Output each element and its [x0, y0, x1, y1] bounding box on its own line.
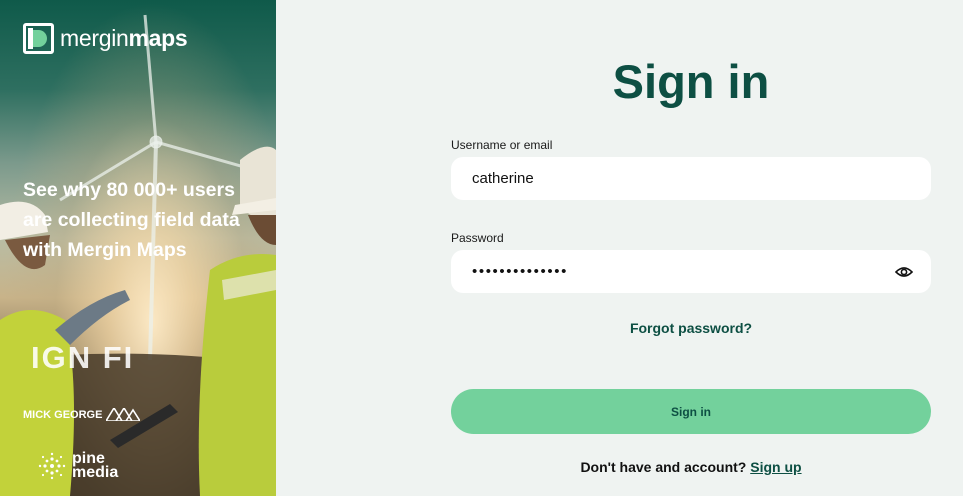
page-title: Sign in	[612, 55, 770, 108]
logo-wordmark: merginmaps	[60, 25, 188, 51]
signup-prompt: Don't have and account? Sign up	[451, 459, 931, 475]
hero-panel: merginmaps See why 80 000+ users are col…	[0, 0, 276, 496]
mick-george-text: MICK GEORGE	[23, 408, 103, 421]
password-label: Password	[451, 231, 504, 245]
pine-media-text: pine media	[72, 450, 119, 481]
mick-george-mark-icon	[106, 408, 141, 421]
mergin-maps-logo[interactable]: merginmaps	[23, 23, 188, 54]
hero-tagline: See why 80 000+ users are collecting fie…	[23, 179, 240, 261]
password-field[interactable]: ••••••••••••••	[451, 250, 931, 293]
signup-prompt-text: Don't have and account?	[580, 459, 747, 475]
password-input[interactable]: ••••••••••••••	[472, 263, 895, 280]
sign-up-link[interactable]: Sign up	[750, 459, 801, 475]
partner-logo-ign-fi: IGN FI	[31, 340, 135, 375]
mergin-maps-logo-icon	[23, 23, 54, 54]
sign-in-button[interactable]: Sign in	[451, 389, 931, 434]
username-label: Username or email	[451, 138, 553, 152]
pine-media-mark-icon	[38, 452, 66, 480]
username-input[interactable]	[472, 170, 913, 187]
partner-logo-pine-media: pine media	[38, 450, 119, 481]
eye-icon[interactable]	[895, 265, 913, 279]
username-field-wrapper	[451, 157, 931, 200]
forgot-password-link[interactable]: Forgot password?	[451, 320, 931, 336]
partner-logo-mick-george: MICK GEORGE	[23, 408, 141, 421]
